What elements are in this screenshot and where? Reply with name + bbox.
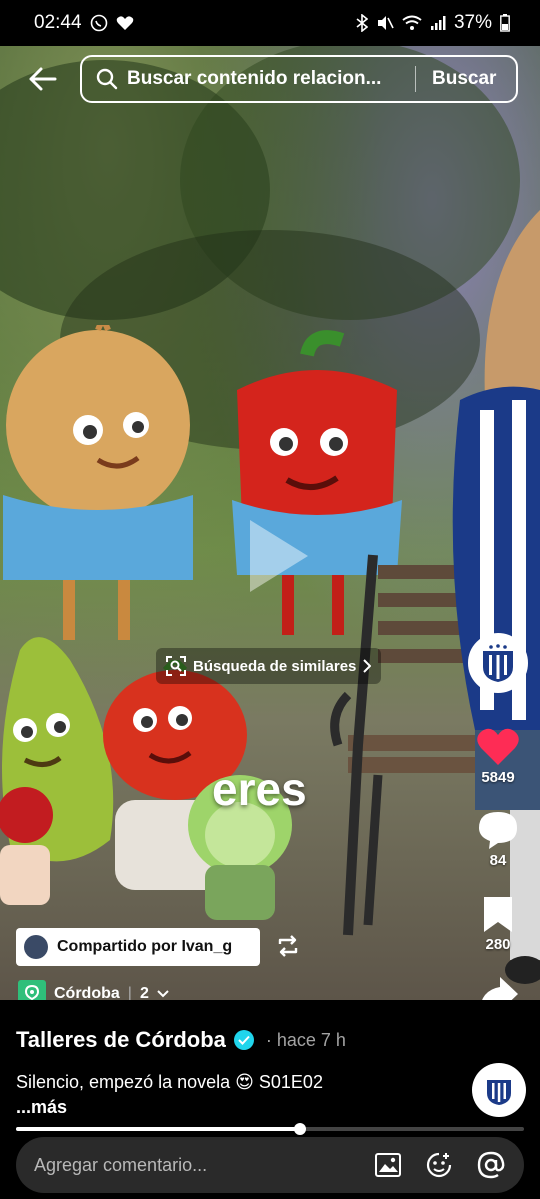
mascot-player bbox=[452, 210, 540, 984]
comment-count: 84 bbox=[489, 852, 507, 869]
status-bar: 02:44 37% bbox=[0, 0, 540, 46]
search-button[interactable]: Buscar bbox=[432, 68, 496, 90]
battery-percent: 37% bbox=[453, 12, 492, 33]
author-row[interactable]: Talleres de Córdoba · hace 7 h bbox=[16, 1027, 346, 1053]
video-frame[interactable] bbox=[0, 0, 540, 1000]
progress-fill bbox=[16, 1127, 301, 1131]
scan-icon bbox=[166, 656, 186, 676]
comment-input-bar[interactable]: Agregar comentario... bbox=[16, 1137, 524, 1193]
comment-bubble-icon bbox=[479, 812, 517, 849]
apple-character bbox=[0, 787, 53, 905]
video-caption-word: eres bbox=[212, 763, 307, 815]
post-description: Silencio, empezó la novela 😍 S01E02 bbox=[16, 1072, 323, 1092]
battery-icon bbox=[500, 14, 510, 32]
heart-notification-icon bbox=[116, 16, 133, 30]
similar-search-label: Búsqueda de similares bbox=[193, 657, 357, 675]
search-input[interactable]: Buscar contenido relacion... bbox=[127, 68, 397, 90]
shared-by-label: Compartido por Ivan_g bbox=[57, 938, 233, 955]
comment-input[interactable]: Agregar comentario... bbox=[34, 1155, 352, 1176]
bluetooth-icon bbox=[356, 14, 368, 32]
chevron-down-icon bbox=[157, 990, 169, 998]
author-name[interactable]: Talleres de Córdoba bbox=[16, 1027, 226, 1053]
onion-character bbox=[3, 325, 193, 640]
back-arrow-icon[interactable] bbox=[28, 64, 58, 94]
search-icon bbox=[96, 68, 118, 90]
search-divider bbox=[415, 66, 416, 92]
more-link[interactable]: ...más bbox=[16, 1097, 67, 1118]
similar-search-button[interactable]: Búsqueda de similares bbox=[156, 648, 382, 684]
club-crest-small-icon bbox=[487, 1080, 511, 1105]
save-button[interactable]: 280 bbox=[468, 894, 528, 953]
heart-icon bbox=[477, 728, 519, 765]
search-bar[interactable]: Buscar contenido relacion... Buscar bbox=[80, 55, 518, 103]
like-button[interactable]: 5849 bbox=[468, 727, 528, 786]
repost-icon[interactable] bbox=[276, 934, 300, 958]
whatsapp-icon bbox=[90, 14, 107, 32]
sharer-avatar bbox=[24, 935, 48, 959]
mention-icon[interactable] bbox=[476, 1150, 506, 1180]
play-overlay[interactable] bbox=[250, 520, 308, 592]
save-count: 280 bbox=[485, 936, 511, 953]
post-time: · hace 7 h bbox=[265, 1029, 346, 1050]
image-icon[interactable] bbox=[374, 1152, 402, 1178]
club-crest-icon bbox=[483, 644, 513, 682]
wifi-icon bbox=[402, 15, 422, 30]
music-avatar[interactable] bbox=[472, 1063, 526, 1117]
video-progress-bar[interactable] bbox=[16, 1123, 524, 1135]
bookmark-icon bbox=[484, 897, 512, 932]
emoji-icon[interactable] bbox=[424, 1150, 454, 1180]
comment-button[interactable]: 84 bbox=[468, 810, 528, 869]
creator-avatar[interactable] bbox=[468, 633, 528, 693]
shared-by-chip[interactable]: Compartido por Ivan_g bbox=[16, 928, 260, 966]
mute-icon bbox=[377, 16, 394, 30]
verified-badge-icon bbox=[233, 1030, 254, 1050]
like-count: 5849 bbox=[481, 769, 515, 786]
clock: 02:44 bbox=[34, 12, 82, 33]
chevron-right-icon bbox=[363, 659, 372, 673]
signal-icon bbox=[430, 16, 446, 30]
